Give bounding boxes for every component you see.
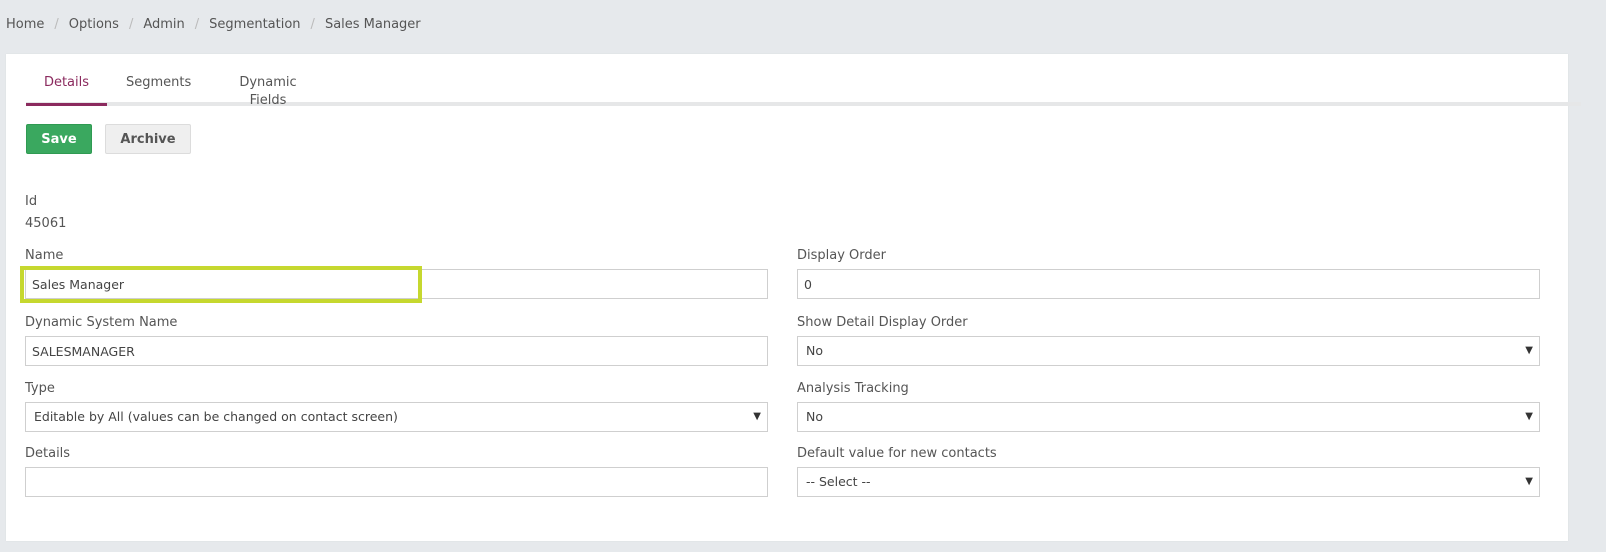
archive-button[interactable]: Archive xyxy=(105,124,191,154)
tab-segments[interactable]: Segments xyxy=(126,74,191,102)
breadcrumb-separator: / xyxy=(310,17,315,32)
id-value: 45061 xyxy=(25,216,67,231)
type-label: Type xyxy=(25,381,55,396)
caret-down-icon: ▼ xyxy=(753,411,761,422)
details-panel: Details Segments Dynamic Fields Save Arc… xyxy=(6,54,1581,541)
analysis-tracking-select[interactable]: No ▼ xyxy=(797,402,1540,432)
breadcrumb-separator: / xyxy=(54,17,59,32)
show-detail-display-order-select[interactable]: No ▼ xyxy=(797,336,1540,366)
default-value-value: -- Select -- xyxy=(806,474,871,489)
caret-down-icon: ▼ xyxy=(1525,411,1533,422)
id-label: Id xyxy=(25,194,38,209)
display-order-input[interactable] xyxy=(797,269,1540,299)
tab-details[interactable]: Details xyxy=(26,74,107,106)
breadcrumb-separator: / xyxy=(194,17,200,32)
details-input[interactable] xyxy=(25,467,768,497)
tab-bar: Details Segments Dynamic Fields xyxy=(26,74,1581,108)
name-input[interactable] xyxy=(25,269,768,299)
show-detail-display-order-label: Show Detail Display Order xyxy=(797,315,968,330)
dynamic-system-name-input[interactable] xyxy=(25,336,768,366)
analysis-tracking-label: Analysis Tracking xyxy=(797,381,909,396)
breadcrumb-options[interactable]: Options xyxy=(69,17,119,32)
breadcrumb-current: Sales Manager xyxy=(324,17,421,32)
tab-dynamic-fields[interactable]: Dynamic Fields xyxy=(223,74,313,108)
save-button[interactable]: Save xyxy=(26,124,92,154)
breadcrumb-segmentation[interactable]: Segmentation xyxy=(209,17,300,32)
display-order-label: Display Order xyxy=(797,248,886,263)
dynamic-system-name-label: Dynamic System Name xyxy=(25,315,178,330)
caret-down-icon: ▼ xyxy=(1525,476,1533,487)
breadcrumb-home[interactable]: Home xyxy=(6,17,44,32)
breadcrumb: Home / Options / Admin / Segmentation / … xyxy=(6,17,421,32)
caret-down-icon: ▼ xyxy=(1525,345,1533,356)
default-value-label: Default value for new contacts xyxy=(797,446,997,461)
breadcrumb-admin[interactable]: Admin xyxy=(143,17,184,32)
analysis-tracking-value: No xyxy=(806,409,823,424)
details-label: Details xyxy=(25,446,71,461)
type-select-value: Editable by All (values can be changed o… xyxy=(34,409,398,424)
show-detail-display-order-value: No xyxy=(806,343,823,358)
default-value-select[interactable]: -- Select -- ▼ xyxy=(797,467,1540,497)
breadcrumb-separator: / xyxy=(128,17,134,32)
type-select[interactable]: Editable by All (values can be changed o… xyxy=(25,402,768,432)
name-label: Name xyxy=(25,248,64,263)
